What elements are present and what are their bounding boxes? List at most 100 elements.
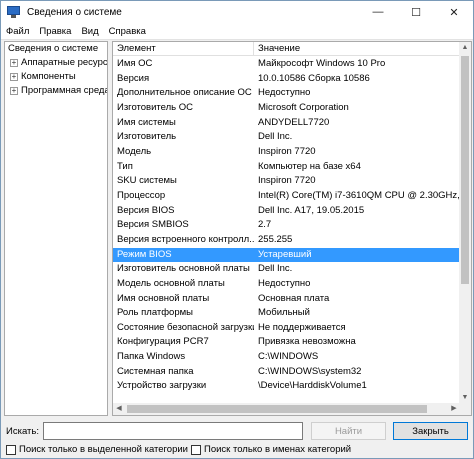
table-row[interactable]: Имя ОС Майкрософт Windows 10 Pro [113,57,460,72]
details-list: Элемент Значение Имя ОС Майкрософт Window… [112,41,472,416]
menu-view[interactable]: Вид [76,26,103,37]
row-value-cell: Недоступно [258,87,311,99]
row-value-cell: Dell Inc. A17, 19.05.2015 [258,204,365,216]
scroll-up-arrow-icon[interactable]: ▲ [459,42,471,54]
table-row[interactable]: Устройство загрузки \Device\HarddiskVolum… [113,379,460,394]
close-window-button[interactable]: ✕ [435,1,473,23]
row-value-cell: 10.0.10586 Сборка 10586 [258,72,370,84]
tree-item-components[interactable]: + Компоненты [5,70,107,84]
search-category-names-checkbox[interactable] [191,444,201,455]
row-item-cell: Версия SMBIOS [117,219,189,231]
table-row[interactable]: Роль платформы Мобильный [113,306,460,321]
row-item-cell: Состояние безопасной загрузки [117,321,254,333]
table-row[interactable]: Модель основной платы Недоступно [113,277,460,292]
table-row[interactable]: Процессор Intel(R) Core(TM) i7-3610QM CPU… [113,189,460,204]
row-item-cell: Имя системы [117,116,176,128]
search-category-names-option[interactable]: Поиск только в именах категорий [191,444,351,455]
row-value-cell: C:\WINDOWS\system32 [258,365,362,377]
row-value-cell: Майкрософт Windows 10 Pro [258,58,386,69]
menu-bar: Файл Правка Вид Справка [1,23,473,40]
row-value-cell: Не поддерживается [258,321,346,333]
row-value-cell: \Device\HarddiskVolume1 [258,380,367,392]
row-item-cell: Тип [117,160,133,172]
table-row[interactable]: Изготовитель Dell Inc. [113,130,460,145]
table-row[interactable]: Тип Компьютер на базе x64 [113,160,460,175]
row-item-cell: Роль платформы [117,307,193,319]
row-value-cell: Основная плата [258,292,330,304]
row-value-cell: Dell Inc. [258,131,293,143]
table-row[interactable]: Модель Inspiron 7720 [113,145,460,160]
table-row[interactable]: Изготовитель основной платы Dell Inc. [113,262,460,277]
vertical-scroll-thumb[interactable] [461,56,469,284]
menu-help[interactable]: Справка [104,26,151,37]
search-selected-category-option[interactable]: Поиск только в выделенной категории [6,444,188,455]
table-row[interactable]: Режим BIOS Устаревший [113,247,460,263]
table-row[interactable]: Конфигурация PCR7 Привязка невозможна [113,335,460,350]
menu-file[interactable]: Файл [1,26,34,37]
close-button[interactable]: Закрыть [393,422,468,440]
search-selected-category-label: Поиск только в выделенной категории [19,444,188,455]
row-value-cell: ANDYDELL7720 [258,116,330,128]
tree-item-hardware-resources[interactable]: + Аппаратные ресурсы [5,56,107,70]
row-item-cell: Дополнительное описание ОС [117,87,252,99]
row-item-cell: SKU системы [117,175,177,187]
search-input[interactable] [43,422,303,440]
table-row[interactable]: Папка Windows C:\WINDOWS [113,350,460,365]
table-row[interactable]: Состояние безопасной загрузки Не поддержи… [113,321,460,336]
horizontal-scrollbar[interactable]: ◀ ▶ [113,403,460,415]
expand-plus-icon[interactable]: + [10,73,18,81]
row-value-cell: Устаревший [258,248,312,260]
row-item-cell: Изготовитель ОС [117,101,193,113]
row-item-cell: Режим BIOS [117,248,172,260]
row-item-cell: Конфигурация PCR7 [117,336,209,348]
row-value-cell: Недоступно [258,277,311,289]
row-item-cell: Имя основной платы [117,292,210,304]
menu-edit[interactable]: Правка [34,26,76,37]
column-header-value[interactable]: Значение [254,42,460,56]
row-value-cell: Мобильный [258,307,310,319]
table-row[interactable]: Версия 10.0.10586 Сборка 10586 [113,72,460,87]
row-value-cell: 255.255 [258,233,293,245]
tree-item-software-environment[interactable]: + Программная среда [5,84,107,98]
row-value-cell: Inspiron 7720 [258,175,316,187]
find-button[interactable]: Найти [311,422,386,440]
row-item-cell: Системная папка [117,365,194,377]
row-item-cell: Версия BIOS [117,204,175,216]
table-row[interactable]: Имя системы ANDYDELL7720 [113,116,460,131]
row-item-cell: Версия встроенного контролл... [117,233,254,245]
row-item-cell: Изготовитель [117,131,177,143]
table-row[interactable]: Изготовитель ОС Microsoft Corporation [113,101,460,116]
tree-item-label: Компоненты [21,71,76,82]
table-row[interactable]: Дополнительное описание ОС Недоступно [113,86,460,101]
maximize-button[interactable]: ☐ [397,1,435,23]
category-tree: Сведения о системе + Аппаратные ресурсы … [4,41,108,416]
title-bar[interactable]: Сведения о системе — ☐ ✕ [1,1,473,23]
search-label: Искать: [6,426,39,437]
vertical-scrollbar[interactable]: ▲ ▼ [459,42,471,404]
column-header-item[interactable]: Элемент [113,42,254,56]
row-value-cell: Привязка невозможна [258,336,356,348]
search-selected-category-checkbox[interactable] [6,444,16,455]
row-value-cell: Intel(R) Core(TM) i7-3610QM CPU @ 2.30GH… [258,189,460,201]
table-row[interactable]: Системная папка C:\WINDOWS\system32 [113,365,460,380]
scroll-left-arrow-icon[interactable]: ◀ [113,403,125,415]
table-row[interactable]: Версия SMBIOS 2.7 [113,218,460,233]
horizontal-scroll-thumb[interactable] [127,405,427,413]
expand-plus-icon[interactable]: + [10,87,18,95]
row-value-cell: Microsoft Corporation [258,101,349,113]
search-category-names-label: Поиск только в именах категорий [204,444,352,455]
table-row[interactable]: SKU системы Inspiron 7720 [113,174,460,189]
row-item-cell: Версия [117,72,150,84]
table-row[interactable]: Имя основной платы Основная плата [113,292,460,307]
row-item-cell: Устройство загрузки [117,380,207,392]
system-info-window: Сведения о системе — ☐ ✕ Файл Правка Вид… [0,0,474,459]
scrollbar-corner [459,403,471,415]
list-rows: Имя ОС Майкрософт Windows 10 Pro Версия 10.… [113,57,460,394]
expand-plus-icon[interactable]: + [10,59,18,67]
tree-item-system-summary[interactable]: Сведения о системе [5,42,107,56]
row-item-cell: Изготовитель основной платы [117,263,250,275]
row-item-cell: Папка Windows [117,351,186,363]
table-row[interactable]: Версия BIOS Dell Inc. A17, 19.05.2015 [113,204,460,219]
minimize-button[interactable]: — [359,1,397,23]
table-row[interactable]: Версия встроенного контролл... 255.255 [113,233,460,248]
